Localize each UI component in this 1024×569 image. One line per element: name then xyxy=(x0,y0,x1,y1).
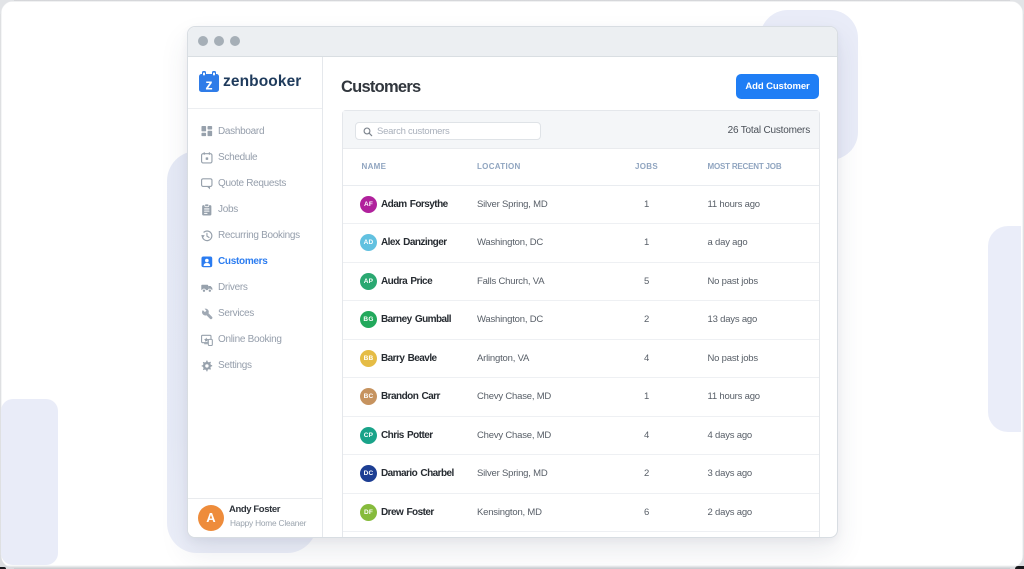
svg-text:z: z xyxy=(205,78,212,94)
